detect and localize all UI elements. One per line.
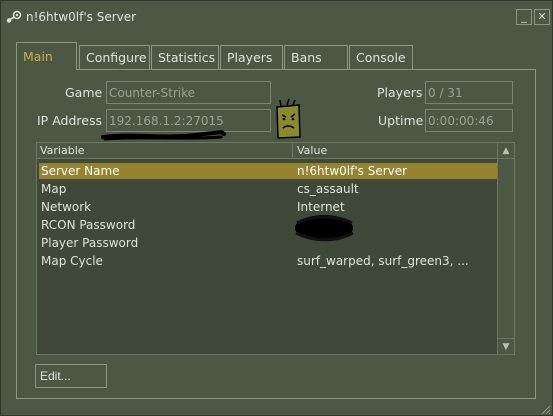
uptime-field: 0:00:00:46 xyxy=(425,109,513,132)
players-field: 0 / 31 xyxy=(425,81,513,104)
column-divider[interactable] xyxy=(292,143,293,159)
tab-console[interactable]: Console xyxy=(349,45,413,69)
steam-icon xyxy=(6,10,22,23)
tab-main[interactable]: Main xyxy=(16,42,77,70)
password-redaction-scribble xyxy=(295,215,354,242)
tab-players[interactable]: Players xyxy=(220,45,283,69)
server-window: n!6htw0lf's Server _ ✕ Main Configure St… xyxy=(0,0,553,416)
list-row-map[interactable]: Map cs_assault xyxy=(39,181,498,197)
ip-address-label: IP Address xyxy=(37,113,102,128)
list-row-map-cycle[interactable]: Map Cycle surf_warped, surf_green3, ... xyxy=(39,253,498,269)
close-icon[interactable]: ✕ xyxy=(534,9,550,25)
row-value: cs_assault xyxy=(297,182,359,196)
list-row-network[interactable]: Network Internet xyxy=(39,199,498,215)
column-header-variable[interactable]: Variable xyxy=(40,144,85,157)
game-field: Counter-Strike xyxy=(106,81,271,104)
game-label: Game xyxy=(65,85,103,100)
active-tab-joint xyxy=(17,68,76,71)
tab-statistics[interactable]: Statistics xyxy=(151,45,219,69)
minimize-icon[interactable]: _ xyxy=(516,9,532,25)
scroll-up-icon[interactable]: ▲ xyxy=(498,143,514,159)
row-variable: RCON Password xyxy=(41,218,136,232)
row-variable: Network xyxy=(41,200,92,214)
tab-bans[interactable]: Bans xyxy=(284,45,348,69)
scroll-down-icon[interactable]: ▼ xyxy=(498,338,514,354)
title-bar[interactable]: n!6htw0lf's Server _ ✕ xyxy=(1,1,553,33)
list-row-player-password[interactable]: Player Password xyxy=(39,235,498,251)
row-value: surf_warped, surf_green3, ... xyxy=(297,254,469,268)
window-title: n!6htw0lf's Server xyxy=(26,10,137,24)
list-header: Variable Value xyxy=(37,143,498,159)
row-value: n!6htw0lf's Server xyxy=(297,164,408,178)
uptime-label: Uptime xyxy=(378,113,424,128)
tab-configure[interactable]: Configure xyxy=(79,45,150,69)
players-label: Players xyxy=(377,85,423,100)
resize-grip-icon[interactable] xyxy=(539,403,551,415)
list-row-server-name[interactable]: Server Name n!6htw0lf's Server xyxy=(39,163,498,179)
row-variable: Player Password xyxy=(41,236,139,250)
edit-button[interactable]: Edit... xyxy=(35,364,107,388)
face-doodle-icon xyxy=(276,98,301,139)
list-scrollbar[interactable]: ▲ ▼ xyxy=(497,143,514,354)
list-row-rcon-password[interactable]: RCON Password xyxy=(39,217,498,233)
column-header-value[interactable]: Value xyxy=(297,144,327,157)
row-variable: Map xyxy=(41,182,67,196)
variables-list[interactable]: Variable Value Server Name n!6htw0lf's S… xyxy=(36,142,515,355)
row-variable: Server Name xyxy=(41,164,120,178)
row-variable: Map Cycle xyxy=(41,254,103,268)
